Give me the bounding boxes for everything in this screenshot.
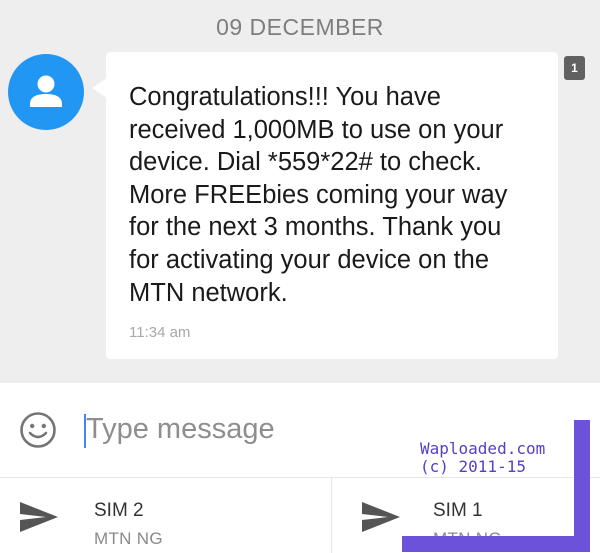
watermark-copyright: (c) 2011-15 <box>420 457 526 476</box>
sim-name: SIM 1 <box>433 500 483 521</box>
sim-name: SIM 2 <box>94 500 144 521</box>
message-text: Congratulations!!! You have received 1,0… <box>129 83 508 307</box>
send-icon <box>20 502 58 532</box>
watermark-site: Waploaded.com <box>420 439 546 458</box>
watermark-text: Waploaded.com (c) 2011-15 <box>420 440 545 476</box>
sim-badge: 1 <box>564 56 585 80</box>
message-thread: 09 DECEMBER Congratulations!!! You have … <box>0 0 600 383</box>
watermark-bar-horizontal <box>402 536 590 552</box>
bubble-tail <box>92 78 107 98</box>
send-sim2-button[interactable]: SIM 2 MTN NG <box>0 478 331 553</box>
person-icon <box>30 75 62 107</box>
send-icon <box>362 502 400 532</box>
message-bubble[interactable]: Congratulations!!! You have received 1,0… <box>106 52 558 359</box>
smiley-icon[interactable] <box>18 410 58 450</box>
contact-avatar[interactable] <box>8 54 84 130</box>
message-time: 11:34 am <box>129 324 191 341</box>
date-header: 09 DECEMBER <box>216 14 384 40</box>
message-input[interactable] <box>86 407 396 451</box>
watermark-bar-vertical <box>574 420 590 552</box>
sim-network: MTN NG <box>94 529 163 548</box>
